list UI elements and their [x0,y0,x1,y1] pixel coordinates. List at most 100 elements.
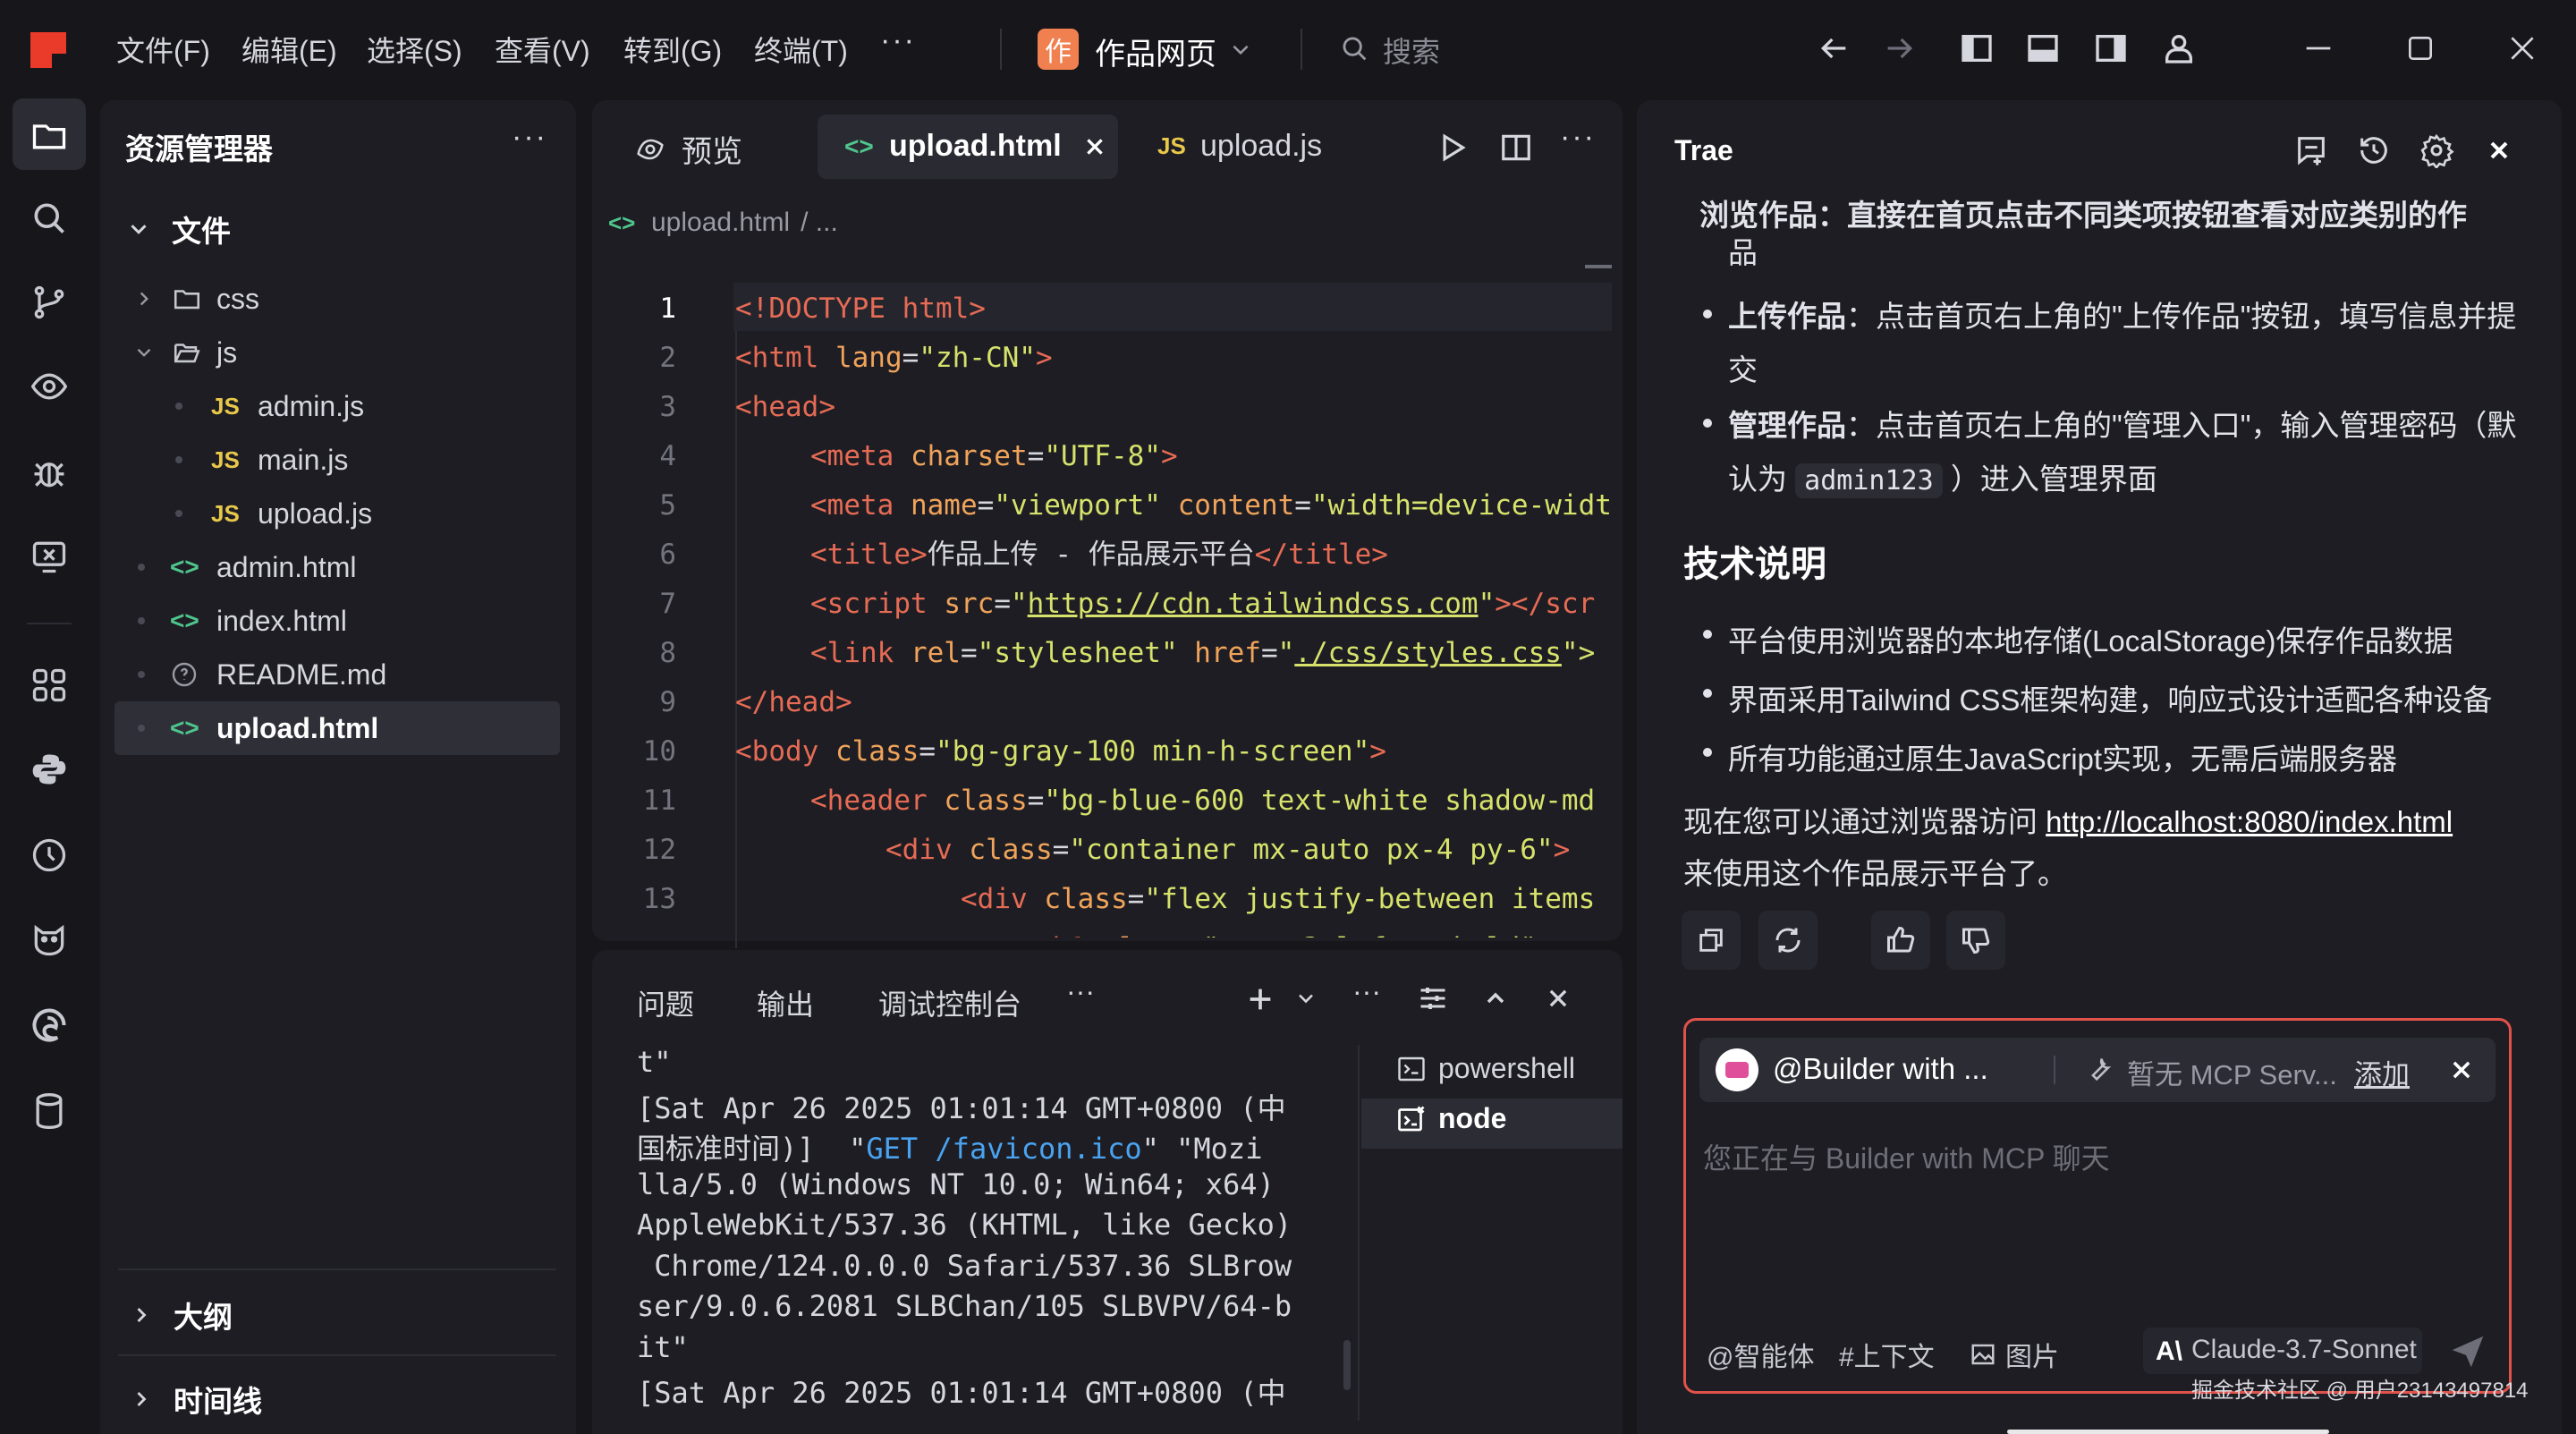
terminal-scrollbar[interactable] [1343,1340,1351,1390]
run-play-icon[interactable] [1435,131,1469,165]
terminal-session-powershell[interactable]: powershell [1395,1052,1575,1085]
code-line[interactable]: <meta charset="UTF-8"> [735,432,1612,481]
panel-more-tabs-button[interactable]: ··· [1066,975,1095,1008]
tree-item-readme[interactable]: README.md [114,648,560,701]
menu-goto[interactable]: 转到(G) [623,29,722,70]
source-control-icon[interactable] [30,283,69,322]
thumbs-up-button[interactable] [1871,911,1930,970]
panel-more-button[interactable]: ··· [1352,975,1381,1008]
minimize-icon[interactable] [2301,30,2336,66]
panel-tab-output[interactable]: 输出 [757,982,814,1023]
explorer-root-folder[interactable]: 文件 [125,208,231,250]
outline-section[interactable]: 大纲 [129,1294,233,1336]
code-line[interactable]: <body class="bg-gray-100 min-h-screen"> [735,727,1612,776]
chevron-down-icon[interactable] [1229,38,1252,61]
code-line[interactable]: <head> [735,383,1612,432]
python-icon[interactable] [30,750,69,789]
menu-select[interactable]: 选择(S) [367,29,462,70]
code-line[interactable]: <title>作品上传 - 作品展示平台</title> [735,530,1612,580]
chat-messages[interactable]: 浏览作品：直接在首页点击不同类项按钮查看对应类别的作 品 上传作品：点击首页右上… [1639,179,2560,930]
agent-mention-button[interactable]: @智能体 [1707,1335,1814,1374]
chat-scrollbar[interactable] [2007,1430,2329,1434]
code-line[interactable]: <html lang="zh-CN"> [735,334,1612,383]
code-line[interactable]: <div class="flex justify-between items [735,875,1612,924]
debug-bug-icon[interactable] [30,453,69,492]
tree-item-js[interactable]: js [114,326,560,379]
back-arrow-icon[interactable] [1816,30,1852,66]
code-line[interactable]: <!DOCTYPE html> [735,284,1612,334]
terminal-output[interactable]: t" [Sat Apr 26 2025 01:01:14 GMT+0800 (中… [637,1045,1345,1421]
search-input[interactable]: 搜索 [1383,30,1440,71]
close-window-icon[interactable] [2504,30,2540,66]
code-line[interactable]: </head> [735,678,1612,727]
code-line[interactable]: <header class="bg-blue-600 text-white sh… [735,776,1612,826]
code-line[interactable]: <div class="container mx-auto px-4 py-6"… [735,826,1612,875]
send-icon[interactable] [2447,1331,2488,1372]
copy-button[interactable] [1682,911,1741,970]
code-editor[interactable]: <!DOCTYPE html> <html lang="zh-CN"> <head>… [735,284,1612,938]
chat-link[interactable]: http://localhost:8080/index.html [2046,805,2453,838]
menu-view[interactable]: 查看(V) [495,29,590,70]
explorer-icon[interactable] [30,116,69,156]
code-line[interactable]: <script src="https://cdn.tailwindcss.com… [735,580,1612,629]
panel-tab-problems[interactable]: 问题 [637,982,694,1023]
tree-item-main-js[interactable]: JS main.js [114,433,560,487]
code-line[interactable]: <link rel="stylesheet" href="./css/style… [735,629,1612,678]
close-panel-icon[interactable] [1546,986,1571,1011]
thumbs-down-button[interactable] [1946,911,2005,970]
toggle-bottom-panel-icon[interactable] [2025,30,2061,66]
tree-item-css[interactable]: css [114,272,560,326]
chevron-down-icon[interactable] [1293,986,1318,1011]
database-icon[interactable] [30,1091,69,1131]
menu-file[interactable]: 文件(F) [116,29,210,70]
maximize-icon[interactable] [2402,30,2438,66]
preview-eye-icon[interactable] [30,367,69,406]
regenerate-button[interactable] [1758,911,1818,970]
close-icon[interactable] [1083,135,1106,158]
project-badge[interactable]: 作 [1038,29,1079,70]
chat-input-placeholder[interactable]: 您正在与 Builder with MCP 聊天 [1703,1136,2110,1177]
timeline-clock-icon[interactable] [30,836,69,875]
tree-item-upload-js[interactable]: JS upload.js [114,487,560,540]
account-icon[interactable] [2161,30,2197,66]
tree-item-admin-html[interactable]: <> admin.html [114,540,560,594]
toggle-right-panel-icon[interactable] [2093,30,2129,66]
tree-item-admin-js[interactable]: JS admin.js [114,379,560,433]
timeline-section[interactable]: 时间线 [129,1378,262,1421]
code-line[interactable]: <meta name="viewport" content="width=dev… [735,481,1612,530]
forward-arrow-icon[interactable] [1882,30,1918,66]
minimap-indicator[interactable] [1585,265,1612,268]
menu-edit[interactable]: 编辑(E) [242,29,337,70]
search-icon[interactable] [30,199,69,238]
close-icon[interactable] [2485,136,2513,165]
panel-settings-sliders-icon[interactable] [1417,982,1449,1014]
agent-selector[interactable]: @Builder with ... [1773,1052,1988,1086]
toggle-left-panel-icon[interactable] [1959,30,1995,66]
project-name[interactable]: 作品网页 [1095,30,1216,73]
tab-upload-js[interactable]: JS upload.js [1157,129,1322,164]
chevron-up-icon[interactable] [1481,984,1510,1013]
new-chat-icon[interactable] [2293,132,2329,168]
breadcrumb-rest[interactable]: / ... [801,208,838,238]
terminal-session-node[interactable]: node [1395,1102,1506,1135]
owl-icon[interactable] [30,920,69,959]
image-button[interactable]: 图片 [1970,1335,2059,1374]
remote-window-icon[interactable] [30,537,69,576]
tab-upload-html[interactable]: <> upload.html [844,129,1106,164]
tab-preview[interactable]: 预览 [635,127,742,171]
tree-item-index-html[interactable]: <> index.html [114,594,560,648]
edge-browser-icon[interactable] [30,1005,69,1045]
editor-more-button[interactable]: ··· [1560,120,1596,155]
context-button[interactable]: #上下文 [1839,1335,1935,1374]
menu-more-button[interactable]: ··· [880,23,916,58]
gear-icon[interactable] [2419,132,2454,168]
add-terminal-icon[interactable] [1245,984,1275,1014]
explorer-more-button[interactable]: ··· [512,120,547,155]
code-line[interactable]: <h1 class="text-3xl font-bold" [735,924,1612,938]
extensions-icon[interactable] [30,666,69,705]
menu-terminal[interactable]: 终端(T) [754,29,848,70]
close-icon[interactable] [2449,1057,2474,1082]
breadcrumb-file[interactable]: upload.html [651,208,790,238]
tree-item-upload-html[interactable]: <> upload.html [114,701,560,755]
split-editor-icon[interactable] [1499,131,1533,165]
